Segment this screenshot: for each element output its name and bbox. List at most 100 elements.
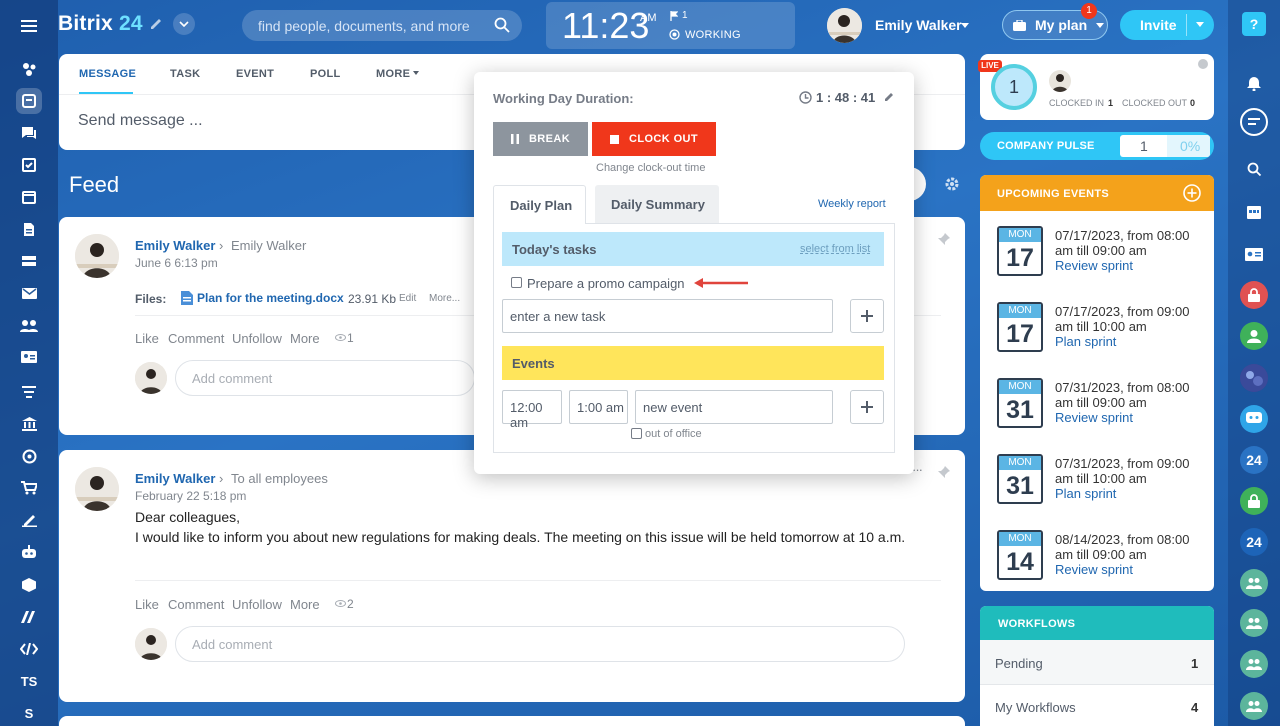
add-event-icon[interactable] [1183,184,1201,202]
file-more-link[interactable]: More... [429,293,460,304]
invite-button[interactable]: Invite [1120,10,1214,40]
pin-icon[interactable] [938,233,950,245]
avatar[interactable] [75,467,119,511]
tab-event[interactable]: EVENT [236,68,274,80]
pin-icon[interactable] [938,466,950,478]
comment-button[interactable]: Comment [168,597,224,612]
post-author[interactable]: Emily Walker [135,471,215,486]
group-chat-icon[interactable] [1240,405,1268,433]
chevron-down-icon[interactable] [1196,22,1204,27]
user-avatar-icon[interactable] [1240,322,1268,350]
event-name-link[interactable]: Plan sprint [1055,486,1189,501]
menu-icon[interactable] [16,13,42,39]
group-icon[interactable] [1240,569,1268,597]
new-task-input[interactable]: enter a new task [502,299,833,333]
employees-icon[interactable] [16,312,42,338]
weekly-report-link[interactable]: Weekly report [818,198,886,210]
tab-poll[interactable]: POLL [310,68,341,80]
search-input[interactable]: find people, documents, and more [242,10,522,41]
event-name-link[interactable]: Review sprint [1055,258,1189,273]
sidebar-item-ts[interactable]: TS [16,668,42,694]
group-icon[interactable] [1240,650,1268,678]
filter-icon[interactable] [16,379,42,405]
lock-icon[interactable] [1240,487,1268,515]
tab-daily-plan[interactable]: Daily Plan [493,185,586,224]
contact-card-icon[interactable] [1240,240,1268,268]
change-clockout-link[interactable]: Change clock-out time [596,162,705,174]
event-name-link[interactable]: Review sprint [1055,562,1189,577]
event-duration-select[interactable]: 1:00 am [569,390,628,424]
post-author[interactable]: Emily Walker [135,238,215,253]
company-pulse[interactable]: COMPANY PULSE 1 0% [980,132,1214,160]
workflow-pending-label[interactable]: Pending [995,656,1043,671]
out-of-office-checkbox[interactable] [631,428,642,439]
collab-icon[interactable] [16,56,42,82]
notification-bell-icon[interactable] [1240,69,1268,97]
group-icon[interactable] [1240,609,1268,637]
file-edit-link[interactable]: Edit [399,293,416,304]
comment-input[interactable]: Add comment [175,626,905,662]
drive-icon[interactable] [16,248,42,274]
new-event-input[interactable]: new event [635,390,833,424]
tasks-icon[interactable] [16,152,42,178]
break-button[interactable]: BREAK [493,122,588,156]
bitrix24-icon[interactable]: 24 [1240,528,1268,556]
post-target[interactable]: To all employees [231,471,328,486]
more-button[interactable]: More [290,331,320,346]
unfollow-button[interactable]: Unfollow [232,331,282,346]
unfollow-button[interactable]: Unfollow [232,597,282,612]
market-icon[interactable] [16,604,42,630]
edit-icon[interactable] [150,17,163,30]
file-link[interactable]: Plan for the meeting.docx [197,291,344,305]
target-icon[interactable] [16,443,42,469]
event-start-select[interactable]: 12:00 am [502,390,562,430]
chat-icon[interactable] [16,120,42,146]
avatar[interactable] [1049,70,1071,92]
comment-button[interactable]: Comment [168,331,224,346]
clock-out-button[interactable]: CLOCK OUT [592,122,716,156]
cart-icon[interactable] [16,475,42,501]
help-icon[interactable]: ? [1242,12,1266,36]
tab-task[interactable]: TASK [170,68,200,80]
comment-input[interactable]: Add comment [175,360,475,396]
add-task-button[interactable] [850,299,884,333]
tab-daily-summary[interactable]: Daily Summary [595,185,719,223]
event-name-link[interactable]: Plan sprint [1055,334,1189,349]
add-event-button[interactable] [850,390,884,424]
worktime-widget[interactable]: 11:23 AM 1 WORKING [546,2,795,49]
select-from-list-link[interactable]: select from list [800,243,870,255]
box-icon[interactable] [16,572,42,598]
workflow-my-label[interactable]: My Workflows [995,700,1076,715]
like-button[interactable]: Like [135,331,159,346]
message-input[interactable]: Send message ... [78,112,203,130]
documents-icon[interactable] [16,216,42,242]
calendar-icon[interactable] [1240,198,1268,226]
lock-icon[interactable] [1240,281,1268,309]
contact-card-icon[interactable] [16,344,42,370]
edit-icon[interactable] [884,91,895,102]
bank-icon[interactable] [16,411,42,437]
search-icon[interactable] [494,17,510,33]
chevron-down-icon[interactable] [173,13,195,35]
bitrix24-icon[interactable]: 24 [1240,446,1268,474]
task-checkbox[interactable] [511,277,522,288]
post-target[interactable]: Emily Walker [231,238,306,253]
mail-icon[interactable] [16,280,42,306]
tab-message[interactable]: MESSAGE [79,68,136,80]
group-icon[interactable] [1240,692,1268,720]
sidebar-item-s[interactable]: S [16,700,42,726]
calendar-icon[interactable] [16,184,42,210]
search-icon[interactable] [1240,155,1268,183]
more-button[interactable]: More [290,597,320,612]
chat-bubble-icon[interactable] [1240,108,1268,136]
sign-icon[interactable] [16,507,42,533]
logo[interactable]: Bitrix 24 [58,12,143,36]
feed-icon[interactable] [16,88,42,114]
help-icon[interactable] [1198,59,1208,69]
robot-icon[interactable] [16,539,42,565]
like-button[interactable]: Like [135,597,159,612]
event-name-link[interactable]: Review sprint [1055,410,1189,425]
code-icon[interactable] [16,636,42,662]
avatar[interactable] [75,234,119,278]
gear-icon[interactable] [944,176,960,192]
